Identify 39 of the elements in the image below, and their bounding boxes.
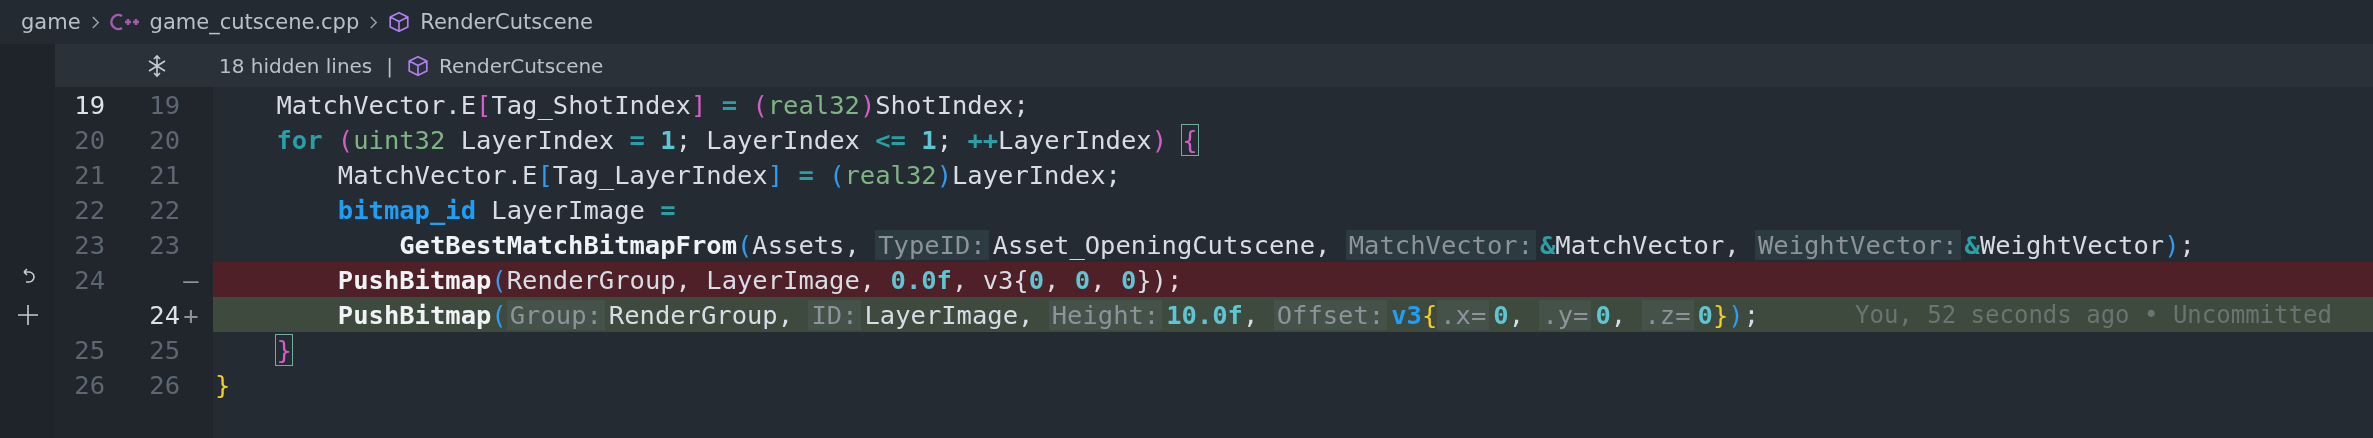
line-number: 20	[149, 124, 180, 155]
line-number: 19	[74, 89, 105, 120]
cube-icon	[407, 54, 430, 77]
line-number: 25	[74, 334, 105, 365]
separator: |	[386, 53, 394, 78]
code-line: }	[215, 369, 231, 400]
code-line: PushBitmap(RenderGroup, LayerImage, 0.0f, v3{0, 0, 0});	[336, 264, 1183, 295]
line-number: 26	[74, 369, 105, 400]
symbol-name: RenderCutscene	[439, 53, 604, 78]
code-line: MatchVector.E[Tag_ShotIndex] = (real32)ShotIndex;	[275, 89, 1029, 120]
plus-icon[interactable]	[15, 302, 40, 327]
chevron-icon	[90, 14, 100, 30]
line-number: 19	[149, 89, 180, 120]
line-number: 22	[149, 194, 180, 225]
line-number: 23	[74, 229, 105, 260]
line-number: 21	[74, 159, 105, 190]
line-number: 26	[149, 369, 180, 400]
code-line: bitmap_id LayerImage =	[336, 194, 676, 225]
code-line: GetBestMatchBitmapFrom(Assets, TypeID: Asset_OpeningCutscene, MatchVector: &MatchVector, WeightVector: &WeightVector);	[398, 229, 2195, 260]
cube-icon	[388, 11, 411, 33]
code-line: }	[275, 334, 292, 365]
cpp-file-icon	[109, 12, 140, 32]
breadcrumb-item[interactable]: RenderCutscene	[420, 10, 593, 34]
code-line: MatchVector.E[Tag_LayerIndex] = (real32)LayerIndex;	[336, 159, 1121, 190]
breadcrumb-item[interactable]: game	[21, 10, 81, 34]
line-number: 20	[74, 124, 105, 155]
code-line: for (uint32 LayerIndex = 1; LayerIndex <= 1; ++LayerIndex) {	[275, 124, 1198, 155]
line-number: 24	[74, 264, 105, 295]
line-number: 24	[149, 299, 180, 330]
line-number: 21	[149, 159, 180, 190]
line-number: 23	[149, 229, 180, 260]
diff-marker: —	[183, 264, 199, 295]
hidden-lines-label[interactable]: 18 hidden lines	[219, 53, 373, 78]
line-number: 25	[149, 334, 180, 365]
line-number: 22	[74, 194, 105, 225]
diff-marker: +	[183, 299, 199, 330]
breadcrumb-item[interactable]: game_cutscene.cpp	[149, 10, 360, 34]
code-line: PushBitmap(Group: RenderGroup, ID: LayerImage, Height: 10.0f, Offset: v3{.x= 0, .y= 0, .z= 0});	[336, 299, 1759, 330]
chevron-icon	[369, 14, 379, 30]
